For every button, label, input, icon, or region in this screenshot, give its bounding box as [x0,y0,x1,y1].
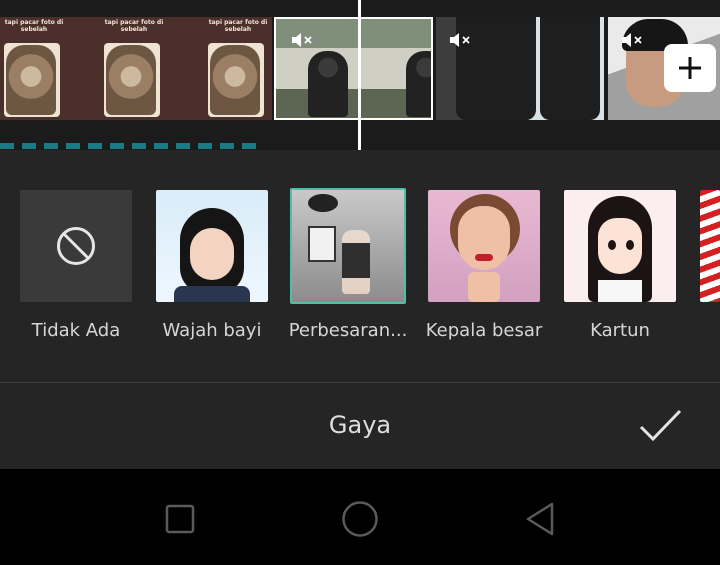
effect-tile-big-head[interactable] [428,190,540,302]
sloth-image [106,45,156,115]
sloth-image [210,45,260,115]
clip-caption: tapi pacar foto di sebelah [208,19,268,33]
playhead[interactable] [358,0,361,150]
preview-body [598,280,642,302]
no-effect-icon [57,227,95,265]
plus-icon [679,57,701,79]
preview-face [598,218,642,274]
clip-caption: tapi pacar foto di sebelah [4,19,64,33]
effect-label: Kartun [590,320,650,341]
video-timeline[interactable]: tapi pacar foto di sebelah tapi pacar fo… [0,0,720,150]
timeline-clip-frame[interactable]: tapi pacar foto di sebelah [0,17,68,120]
mute-icon[interactable] [620,31,644,49]
clip-filler [68,17,100,120]
effect-label: Tidak Ada [31,320,121,341]
timeline-clip-frame[interactable]: tapi pacar foto di sebelah [204,17,272,120]
effect-label: Perbesaran... [288,320,408,341]
preview-sign-top [308,194,338,212]
back-icon [526,502,554,536]
home-button[interactable] [340,499,380,539]
effect-tile-cartoon[interactable] [564,190,676,302]
selected-clip-outline [274,17,433,120]
preview-lips [475,254,493,261]
system-navigation-bar [0,469,720,565]
clip-person-image [540,17,600,120]
effect-label: Wajah bayi [162,320,262,341]
clip-filler [168,17,204,120]
recent-apps-button[interactable] [160,499,200,539]
effect-label: Kepala besar [425,320,543,341]
timeline-clip-frame[interactable]: tapi pacar foto di sebelah [100,17,168,120]
effect-tile-zoom-selected[interactable] [290,188,406,304]
preview-eye [626,240,634,250]
audio-track-indicator [0,143,260,149]
back-button[interactable] [520,499,560,539]
preview-eye [608,240,616,250]
style-effects-panel: Tidak Ada Wajah bayi Perbesaran... Kepal… [0,150,720,382]
effect-tile-baby-face[interactable] [156,190,268,302]
preview-body [468,272,500,302]
confirm-button[interactable] [636,405,684,445]
preview-face [190,228,234,280]
preview-person [342,230,370,294]
bottom-bar: Gaya [0,383,720,469]
panel-title: Gaya [328,411,392,439]
recent-apps-icon [165,504,195,534]
sloth-image [6,45,56,115]
preview-speed-sign [308,226,336,262]
clip-caption: tapi pacar foto di sebelah [104,19,164,33]
preview-body [174,286,250,302]
mute-icon[interactable] [448,31,472,49]
checkmark-icon [639,409,682,442]
effect-tile-partial[interactable] [700,190,720,302]
add-clip-button[interactable] [664,44,716,92]
home-icon [342,501,378,537]
effect-tile-none[interactable] [20,190,132,302]
